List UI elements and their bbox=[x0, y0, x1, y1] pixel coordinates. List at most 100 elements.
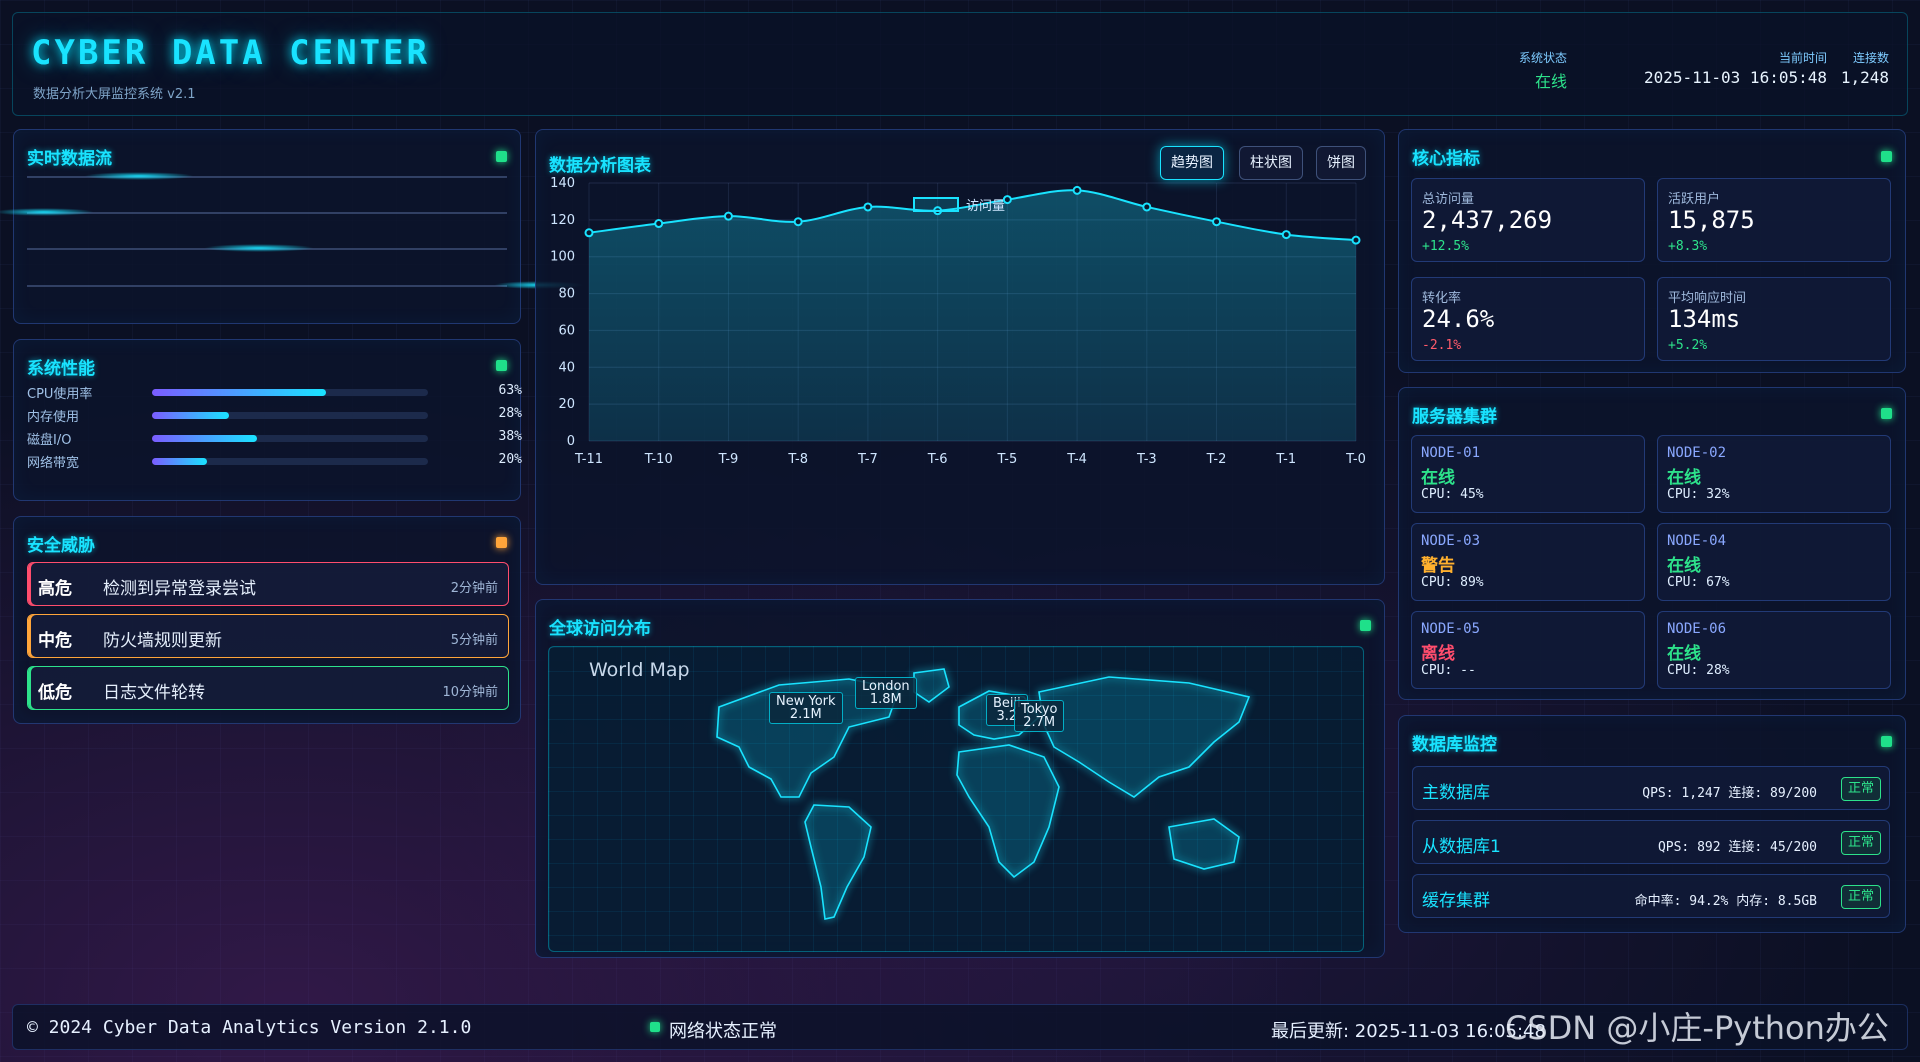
footer-copyright: © 2024 Cyber Data Analytics Version 2.1.… bbox=[27, 1017, 472, 1038]
app-title: CYBER DATA CENTER bbox=[31, 33, 430, 73]
database-name: 从数据库1 bbox=[1422, 837, 1501, 857]
server-node-card[interactable]: NODE-04 在线 CPU: 67% bbox=[1657, 523, 1891, 601]
map-status-dot bbox=[1360, 620, 1371, 631]
database-row[interactable]: 缓存集群 命中率: 94.2% 内存: 8.5GB 正常 bbox=[1412, 874, 1890, 918]
node-id: NODE-03 bbox=[1421, 533, 1481, 549]
y-tick-label: 140 bbox=[550, 176, 575, 191]
threat-level: 高危 bbox=[38, 579, 72, 599]
world-map-shapes bbox=[716, 668, 1251, 920]
perf-bar-track bbox=[152, 412, 428, 419]
footer-network-status: 网络状态正常 bbox=[669, 1021, 777, 1042]
kpi-card: 总访问量 2,437,269 +12.5% bbox=[1411, 178, 1645, 262]
watermark: CSDN @小庄-Python办公 bbox=[1505, 1009, 1889, 1047]
south-america-shape bbox=[804, 804, 872, 920]
realtime-status-dot bbox=[496, 151, 507, 162]
database-row[interactable]: 从数据库1 QPS: 892 连接: 45/200 正常 bbox=[1412, 820, 1890, 864]
perf-row: 磁盘I/O 38% bbox=[27, 429, 522, 448]
server-node-card[interactable]: NODE-01 在线 CPU: 45% bbox=[1411, 435, 1645, 513]
kpi-label: 转化率 bbox=[1422, 291, 1462, 306]
threat-item[interactable]: 中危 防火墙规则更新 5分钟前 bbox=[27, 614, 509, 658]
data-point bbox=[793, 217, 803, 227]
perf-label: 磁盘I/O bbox=[27, 433, 72, 448]
node-id: NODE-04 bbox=[1667, 533, 1727, 549]
x-tick-label: T-4 bbox=[1066, 452, 1087, 467]
x-tick-label: T-11 bbox=[574, 452, 603, 467]
x-tick-label: T-3 bbox=[1136, 452, 1157, 467]
node-id: NODE-06 bbox=[1667, 621, 1727, 637]
connection-count: 连接数 1,248 bbox=[1841, 49, 1889, 87]
threat-item[interactable]: 低危 日志文件轮转 10分钟前 bbox=[27, 666, 509, 710]
data-point bbox=[654, 219, 664, 229]
city-tag-tokyo[interactable]: Tokyo 2.7M bbox=[1014, 700, 1065, 732]
kpi-value: 15,875 bbox=[1668, 206, 1755, 234]
data-point bbox=[1142, 202, 1152, 212]
x-tick-label: T-8 bbox=[787, 452, 808, 467]
server-node-card[interactable]: NODE-02 在线 CPU: 32% bbox=[1657, 435, 1891, 513]
threat-time: 5分钟前 bbox=[450, 633, 498, 648]
perf-bar-track bbox=[152, 435, 428, 442]
database-name: 主数据库 bbox=[1422, 783, 1490, 803]
network-status-dot bbox=[650, 1022, 660, 1032]
app-subtitle: 数据分析大屏监控系统 v2.1 bbox=[33, 87, 196, 102]
perf-row: 网络带宽 20% bbox=[27, 452, 522, 471]
database-status-badge: 正常 bbox=[1840, 777, 1881, 801]
y-tick-label: 60 bbox=[558, 323, 575, 338]
perf-row: CPU使用率 63% bbox=[27, 383, 522, 402]
chart-panel: 数据分析图表 趋势图 柱状图 饼图 0 20 40 60 80 100 120 140 T-11… bbox=[535, 129, 1385, 585]
kpi-card: 平均响应时间 134ms +5.2% bbox=[1657, 277, 1891, 361]
threats-title: 安全威胁 bbox=[27, 536, 95, 556]
connection-count-value: 1,248 bbox=[1840, 68, 1889, 87]
node-status: 警告 bbox=[1421, 556, 1455, 576]
city-tag-london[interactable]: London 1.8M bbox=[855, 677, 917, 709]
performance-panel: 系统性能 CPU使用率 63% 内存使用 28% 磁盘I/O 38% 网络带宽 20% bbox=[13, 339, 522, 501]
threat-time: 10分钟前 bbox=[442, 685, 498, 700]
current-time-label: 当前时间 bbox=[1778, 51, 1827, 65]
kpi-title: 核心指标 bbox=[1412, 149, 1480, 169]
x-tick-label: T-10 bbox=[644, 452, 673, 467]
threat-item[interactable]: 高危 检测到异常登录尝试 2分钟前 bbox=[27, 562, 509, 606]
threat-time: 2分钟前 bbox=[450, 581, 498, 596]
server-node-card[interactable]: NODE-03 警告 CPU: 89% bbox=[1411, 523, 1645, 601]
server-node-card[interactable]: NODE-06 在线 CPU: 28% bbox=[1657, 611, 1891, 689]
kpi-card: 活跃用户 15,875 +8.3% bbox=[1657, 178, 1891, 262]
node-cpu: CPU: 89% bbox=[1421, 575, 1484, 590]
kpi-change: -2.1% bbox=[1422, 338, 1462, 353]
node-status: 在线 bbox=[1667, 644, 1701, 664]
database-status-dot bbox=[1881, 736, 1892, 747]
x-tick-label: T-7 bbox=[857, 452, 878, 467]
threat-message: 检测到异常登录尝试 bbox=[103, 579, 256, 599]
database-row[interactable]: 主数据库 QPS: 1,247 连接: 89/200 正常 bbox=[1412, 766, 1890, 810]
stream-line bbox=[27, 285, 507, 287]
world-map[interactable]: World Map New York 2.1M London 1.8M Beij… bbox=[548, 646, 1364, 952]
x-tick-label: T-6 bbox=[927, 452, 948, 467]
asia-shape bbox=[1038, 676, 1251, 798]
threat-message: 防火墙规则更新 bbox=[103, 631, 222, 651]
kpi-change: +5.2% bbox=[1668, 338, 1708, 353]
legend-swatch bbox=[913, 197, 959, 212]
threats-panel: 安全威胁 高危 检测到异常登录尝试 2分钟前 中危 防火墙规则更新 5分钟前 低危 日志文件轮… bbox=[13, 516, 521, 724]
connection-count-label: 连接数 bbox=[1852, 51, 1889, 65]
threats-status-dot bbox=[496, 537, 507, 548]
database-metrics: QPS: 892 连接: 45/200 bbox=[1657, 840, 1817, 855]
perf-percent: 20% bbox=[498, 452, 522, 467]
node-cpu: CPU: 67% bbox=[1667, 575, 1730, 590]
y-tick-label: 0 bbox=[567, 434, 575, 449]
perf-bar-fill bbox=[152, 435, 257, 442]
kpi-panel: 核心指标 总访问量 2,437,269 +12.5% 活跃用户 15,875 +8.3% 转… bbox=[1398, 129, 1906, 373]
server-node-card[interactable]: NODE-05 离线 CPU: -- bbox=[1411, 611, 1645, 689]
stream-pulse bbox=[84, 172, 194, 180]
kpi-change: +12.5% bbox=[1422, 239, 1469, 254]
node-cpu: CPU: 28% bbox=[1667, 663, 1730, 678]
realtime-panel: 实时数据流 bbox=[0, 129, 584, 324]
city-tag-new-york[interactable]: New York 2.1M bbox=[769, 692, 843, 724]
australia-shape bbox=[1168, 818, 1240, 870]
database-status-badge: 正常 bbox=[1840, 885, 1881, 909]
kpi-value: 2,437,269 bbox=[1422, 206, 1553, 234]
data-point bbox=[863, 202, 873, 212]
kpi-label: 平均响应时间 bbox=[1668, 291, 1747, 306]
perf-percent: 63% bbox=[498, 383, 522, 398]
system-status-value: 在线 bbox=[1534, 72, 1567, 91]
data-point bbox=[584, 228, 594, 238]
perf-label: CPU使用率 bbox=[27, 387, 93, 402]
series-area bbox=[589, 190, 1356, 441]
